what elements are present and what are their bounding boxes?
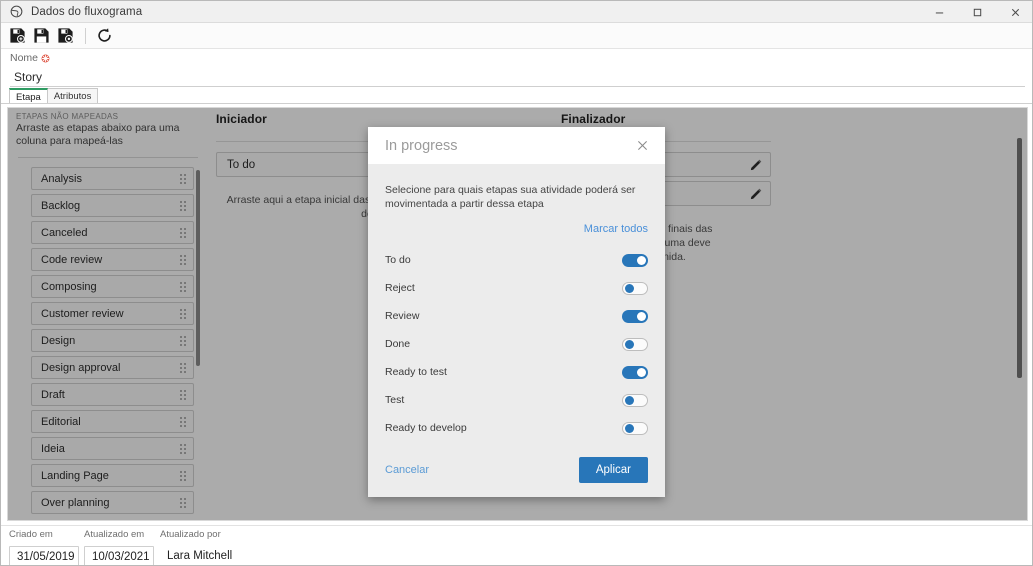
updated-by-label: Atualizado por [160,529,221,540]
toggle-row: Ready to test [385,358,648,386]
updated-at-field: Atualizado em 10/03/2021 [84,529,154,565]
name-input[interactable] [10,67,1025,87]
modal-body: Selecione para quais etapas sua atividad… [368,164,665,442]
toggle-row: Reject [385,274,648,302]
toolbar-separator [85,27,86,44]
tab-etapa-label: Etapa [16,92,41,103]
main-toolbar [1,23,1032,49]
application-window: Dados do fluxograma Nome Story Etapa Atr… [0,0,1033,566]
app-globe-icon [8,4,24,20]
toggle-switch-test[interactable] [622,393,648,407]
modal-title: In progress [385,137,458,154]
name-label-text: Nome [10,52,39,64]
minimize-button[interactable] [920,1,958,23]
toggle-label: To do [385,254,411,267]
required-marker-icon [41,54,50,63]
toggle-label: Ready to develop [385,422,467,435]
refresh-icon[interactable] [93,25,115,47]
toggle-row: To do [385,246,648,274]
updated-by-value: Lara Mitchell [160,546,400,565]
created-at-field: Criado em 31/05/2019 [9,529,79,565]
toggle-row: Done [385,330,648,358]
save-as-icon[interactable] [54,25,76,47]
toggle-label: Review [385,310,420,323]
apply-button[interactable]: Aplicar [578,456,648,483]
toggle-row: Ready to develop [385,414,648,442]
toggle-label: Ready to test [385,366,447,379]
toggle-switch-ready-to-develop[interactable] [622,421,648,435]
toggle-label: Test [385,394,405,407]
updated-at-label: Atualizado em [84,529,145,540]
toggle-switch-review[interactable] [622,309,648,323]
name-label: Nome [1,49,1032,64]
save-new-icon[interactable] [6,25,28,47]
toggle-label: Reject [385,282,415,295]
toggle-switch-reject[interactable] [622,281,648,295]
window-controls [920,1,1032,23]
name-field-block: Nome [1,49,1032,87]
toggle-row: Test [385,386,648,414]
tab-atributos[interactable]: Atributos [46,88,99,103]
transitions-toggle-list: To do Reject Review Done Ready to test T… [385,246,648,442]
modal-header: In progress [368,127,665,165]
save-icon[interactable] [30,25,52,47]
modal-footer: Cancelar Aplicar [368,442,665,497]
window-title: Dados do fluxograma [31,5,143,18]
created-at-value: 31/05/2019 [9,546,79,565]
tab-etapa[interactable]: Etapa [9,88,48,103]
tabstrip: Etapa Atributos [1,88,1032,104]
toggle-switch-to-do[interactable] [622,253,648,267]
close-icon[interactable] [633,137,651,155]
toggle-switch-done[interactable] [622,337,648,351]
updated-at-value: 10/03/2021 [84,546,154,565]
close-button[interactable] [996,1,1032,23]
created-at-label: Criado em [9,529,53,540]
check-all-link[interactable]: Marcar todos [584,223,648,235]
transitions-modal: In progress Selecione para quais etapas … [368,127,665,497]
tab-atributos-label: Atributos [53,91,92,102]
toggle-row: Review [385,302,648,330]
modal-description: Selecione para quais etapas sua atividad… [385,184,636,211]
toggle-label: Done [385,338,411,351]
maximize-button[interactable] [958,1,996,23]
window-titlebar: Dados do fluxograma [1,1,1032,23]
toggle-switch-ready-to-test[interactable] [622,365,648,379]
cancel-button[interactable]: Cancelar [385,464,429,476]
record-metadata-bar: Criado em 31/05/2019 Atualizado em 10/03… [1,525,1032,565]
updated-by-field: Atualizado por Lara Mitchell [160,529,400,565]
